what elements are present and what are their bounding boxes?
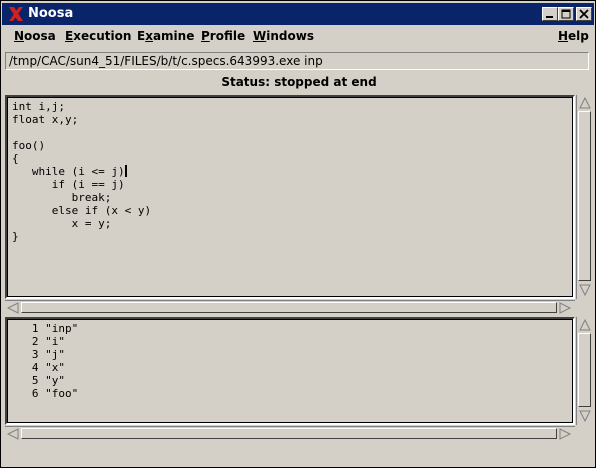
menu-profile[interactable]: Profile (201, 29, 245, 43)
symbol-horizontal-scroll-thumb[interactable] (21, 428, 557, 439)
noosa-window: Noosa Noosa Execution Examine Profile Wi… (0, 0, 596, 468)
text-cursor (124, 165, 127, 177)
symbol-horizontal-scrollbar[interactable] (5, 426, 575, 441)
scroll-down-arrow-icon[interactable] (579, 284, 591, 296)
list-item[interactable]: 4 "x" (12, 361, 65, 374)
scroll-left-arrow-icon[interactable] (7, 428, 19, 440)
list-item[interactable]: 1 "inp" (12, 322, 78, 335)
scroll-up-arrow-icon[interactable] (579, 319, 591, 331)
minimize-button[interactable] (542, 7, 558, 21)
scroll-right-arrow-icon[interactable] (559, 428, 571, 440)
source-line: foo() (12, 139, 46, 152)
title-bar[interactable]: Noosa (2, 3, 594, 25)
scroll-up-arrow-icon[interactable] (579, 97, 591, 109)
menu-noosa[interactable]: Noosa (14, 29, 56, 43)
source-vertical-scrollbar[interactable] (576, 95, 593, 299)
list-item[interactable]: 2 "i" (12, 335, 65, 348)
scroll-right-arrow-icon[interactable] (559, 302, 571, 314)
symbol-pane[interactable]: 1 "inp" 2 "i" 3 "j" 4 "x" 5 "y" 6 "foo" (5, 317, 575, 425)
source-horizontal-scroll-thumb[interactable] (21, 302, 557, 313)
minimize-icon (546, 16, 553, 18)
scroll-down-arrow-icon[interactable] (579, 410, 591, 422)
source-code: int i,j; float x,y; foo() { while (i <= … (12, 100, 151, 243)
menu-examine[interactable]: Examine (137, 29, 194, 43)
source-horizontal-scrollbar[interactable] (5, 300, 575, 315)
menu-execution[interactable]: Execution (65, 29, 131, 43)
source-line: { (12, 152, 19, 165)
close-button[interactable] (576, 7, 592, 21)
window-title: Noosa (28, 6, 74, 21)
source-line: float x,y; (12, 113, 79, 126)
maximize-icon (561, 9, 571, 19)
x-logo-icon (9, 7, 23, 21)
source-line: while (i <= j) (12, 165, 125, 178)
source-line: int i,j; (12, 100, 65, 113)
maximize-button[interactable] (558, 7, 574, 21)
menu-bar: Noosa Execution Examine Profile Windows … (2, 26, 594, 48)
symbol-vertical-scrollbar[interactable] (576, 317, 593, 425)
source-vertical-scroll-thumb[interactable] (578, 111, 591, 281)
scroll-left-arrow-icon[interactable] (7, 302, 19, 314)
list-item[interactable]: 6 "foo" (12, 387, 78, 400)
source-line: x = y; (12, 217, 112, 230)
source-line: break; (12, 191, 112, 204)
source-pane[interactable]: int i,j; float x,y; foo() { while (i <= … (5, 95, 575, 299)
source-line: if (i == j) (12, 178, 125, 191)
source-line: } (12, 230, 19, 243)
source-line: else if (x < y) (12, 204, 152, 217)
list-item[interactable]: 5 "y" (12, 374, 65, 387)
close-icon (579, 9, 589, 19)
list-item[interactable]: 3 "j" (12, 348, 65, 361)
menu-windows[interactable]: Windows (253, 29, 314, 43)
symbol-vertical-scroll-thumb[interactable] (578, 333, 591, 407)
status-label: Status: stopped at end (221, 75, 377, 89)
menu-help[interactable]: Help (558, 29, 589, 43)
executable-path-field[interactable]: /tmp/CAC/sun4_51/FILES/b/t/c.specs.64399… (5, 52, 589, 70)
symbol-list: 1 "inp" 2 "i" 3 "j" 4 "x" 5 "y" 6 "foo" (12, 322, 78, 400)
